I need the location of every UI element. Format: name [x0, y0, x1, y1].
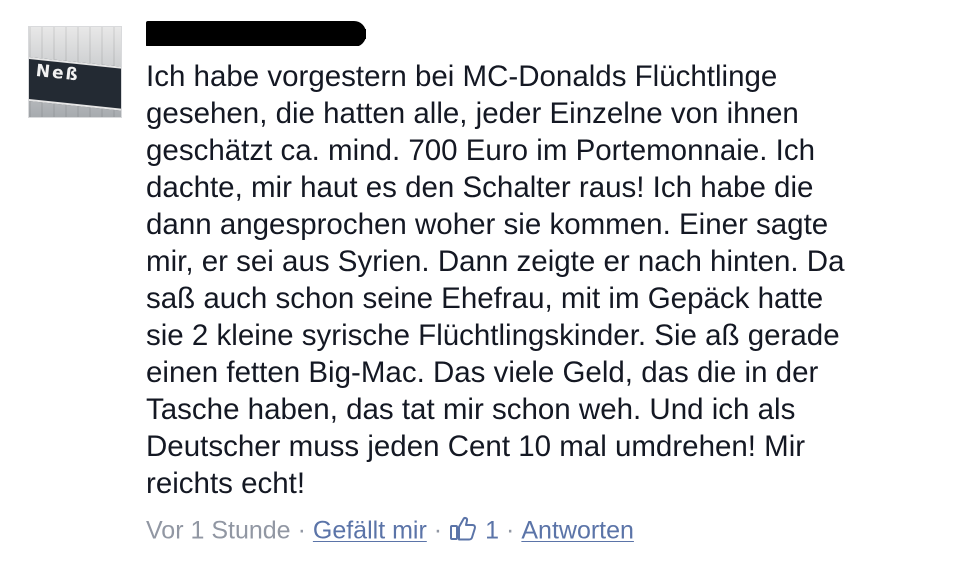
comment-line: Ich habe vorgestern bei MC-Donalds Flüch… [146, 60, 778, 93]
redaction-bar [146, 21, 366, 46]
comment-line: saß auch schon seine Ehefrau, mit im Gep… [146, 282, 824, 315]
meta-separator: · [433, 516, 443, 545]
meta-separator: · [297, 516, 306, 545]
comment-line: Deutscher muss jeden Cent 10 mal umdrehe… [146, 430, 806, 463]
comment-timestamp[interactable]: Vor 1 Stunde [146, 516, 291, 544]
like-link[interactable]: Gefällt mir [313, 516, 427, 544]
comment-line: dachte, mir haut es den Schalter raus! I… [146, 171, 814, 204]
comment-line: gesehen, die hatten alle, jeder Einzelne… [146, 97, 799, 130]
comment-line: Tasche haben, das tat mir schon weh. Und… [146, 393, 796, 426]
author-name[interactable] [146, 20, 366, 46]
comment-line: einen fetten Big-Mac. Das viele Geld, da… [146, 356, 819, 389]
comment-line: geschätzt ca. mind. 700 Euro im Portemon… [146, 134, 816, 167]
comment-line: reichts echt! [146, 467, 306, 500]
author-avatar[interactable]: Neß [28, 26, 122, 118]
comment: Neß Ich habe vorgestern bei MC-Donalds F… [0, 0, 960, 586]
comment-line: dann angesprochen woher sie kommen. Eine… [146, 208, 829, 241]
meta-separator: · [506, 516, 515, 545]
comment-text: Ich habe vorgestern bei MC-Donalds Flüch… [146, 58, 946, 502]
thumbs-up-icon[interactable] [449, 514, 477, 542]
redaction-bar-tail [358, 29, 366, 39]
comment-line: sie 2 kleine syrische Flüchtlingskinder.… [146, 319, 840, 352]
like-count[interactable]: 1 [485, 516, 499, 544]
comment-meta-bar: Vor 1 Stunde · Gefällt mir · 1 · Antworten [146, 513, 634, 545]
reply-link[interactable]: Antworten [521, 516, 634, 544]
comment-line: mir, er sei aus Syrien. Dann zeigte er n… [146, 245, 845, 278]
